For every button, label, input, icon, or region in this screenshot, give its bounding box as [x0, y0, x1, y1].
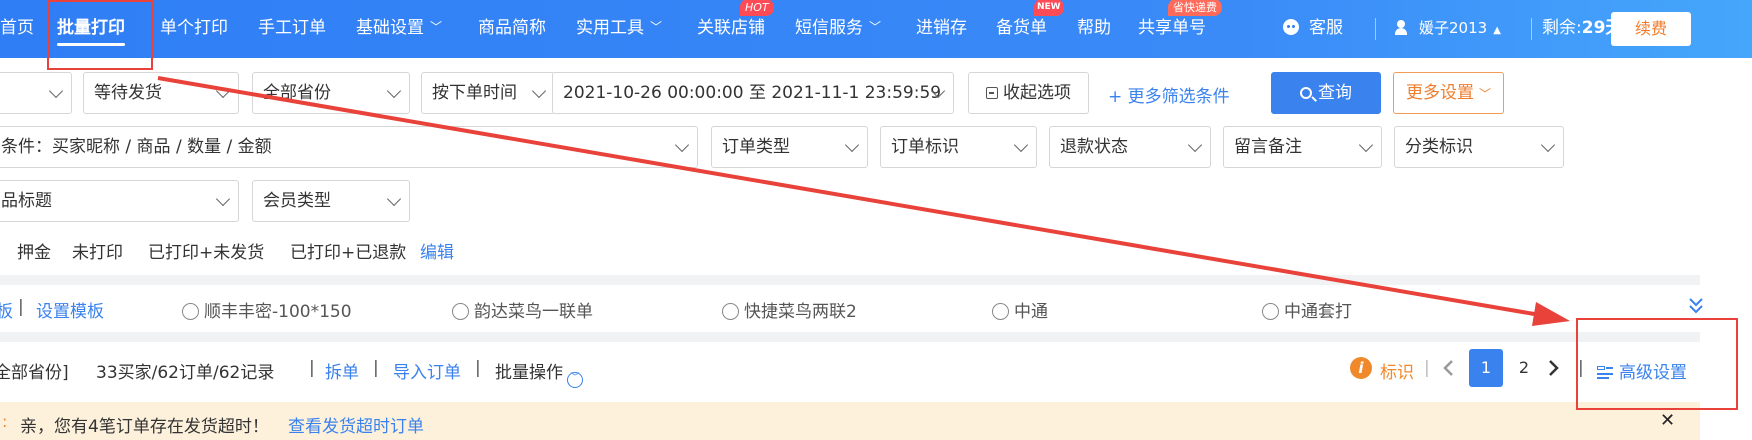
- annotation-arrow: [157, 76, 1570, 326]
